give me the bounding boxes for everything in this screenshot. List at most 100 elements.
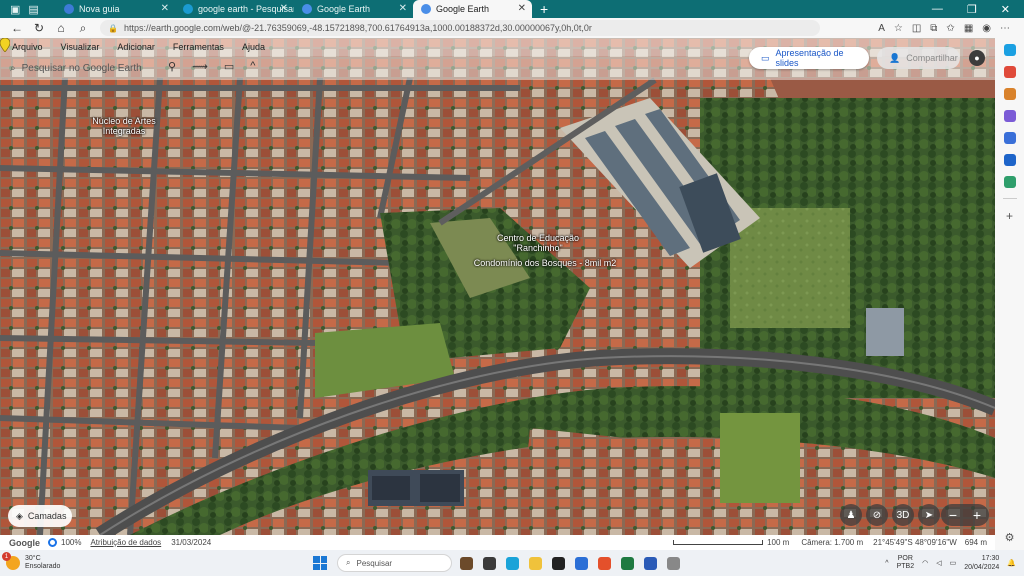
lock-icon[interactable]: 🔒 (108, 24, 118, 33)
place-pin-icon[interactable]: ⚲ (168, 60, 176, 73)
menu-visualizar[interactable]: Visualizar (61, 42, 100, 52)
menu-ferramentas[interactable]: Ferramentas (173, 42, 224, 52)
close-window-icon[interactable]: ✕ (1001, 3, 1010, 16)
address-bar[interactable]: 🔒 https://earth.google.com/web/@-21.7635… (100, 20, 820, 36)
toolbar-right-icons: A ☆ ◫ ⧉ ✩ ▦ ◉ ⋯ (878, 23, 1024, 34)
search-placeholder: Pesquisar no Google Earth (21, 62, 142, 74)
tab-close-icon[interactable]: ✕ (399, 3, 407, 14)
tab-close-icon[interactable]: ✕ (280, 3, 288, 14)
kangaroo-widget-icon[interactable] (460, 556, 473, 570)
outlook-icon[interactable] (1003, 154, 1016, 166)
notification-badge: 1 (2, 552, 11, 561)
google-logo: Google (9, 537, 40, 548)
shopping-icon[interactable] (1003, 66, 1016, 78)
store-icon[interactable] (575, 556, 588, 570)
dell-icon[interactable] (552, 556, 565, 570)
home-icon[interactable]: ⌂ (50, 21, 72, 35)
weather-desc: Ensolarado (25, 563, 61, 570)
back-icon[interactable]: ← (6, 21, 28, 35)
tab-google-earth-1[interactable]: Google Earth ✕ (294, 0, 413, 18)
menu-arquivo[interactable]: Arquivo (12, 42, 43, 52)
favorite-star-icon[interactable]: ☆ (894, 23, 903, 34)
add-sidebar-app-icon[interactable]: + (1006, 209, 1013, 223)
tray-chevron-icon[interactable]: ^ (885, 560, 888, 567)
office-icon[interactable] (598, 556, 611, 570)
volume-icon[interactable]: ◁ (936, 559, 941, 567)
ruler-icon[interactable]: ▭ (224, 60, 234, 73)
read-aloud-icon[interactable]: A (878, 23, 885, 34)
search-icon[interactable]: ⌕ (72, 21, 94, 36)
compass-icon[interactable]: ➤ (918, 504, 940, 526)
zoom-in-icon[interactable]: + (973, 507, 981, 523)
street-view-icon[interactable]: ♟ (840, 504, 862, 526)
layers-icon: ◈ (16, 510, 23, 521)
label-centro-educacao[interactable]: Centro de Educação "Ranchinho" (478, 233, 598, 253)
menu-adicionar[interactable]: Adicionar (117, 42, 155, 52)
slideshow-button[interactable]: ▭ Apresentação de slides (749, 47, 869, 69)
share-label: Compartilhar (906, 53, 958, 63)
progress-ring-icon (48, 538, 57, 547)
drop-icon[interactable] (1003, 176, 1016, 188)
tab-title: Google Earth (317, 4, 371, 14)
split-screen-icon[interactable]: ◫ (912, 23, 921, 34)
lang-layout: PTB2 (896, 563, 915, 570)
account-avatar[interactable]: ● (969, 50, 985, 66)
copilot-sidebar-icon[interactable] (1003, 44, 1016, 56)
earth-search-input[interactable]: ⌕ Pesquisar no Google Earth (10, 60, 160, 76)
lang-code: POR (897, 555, 913, 562)
maximize-icon[interactable]: ❐ (967, 3, 977, 16)
refresh-icon[interactable]: ↻ (28, 21, 50, 35)
tab-google-earth-active[interactable]: Google Earth ✕ (413, 0, 532, 18)
yellow-pin-icon[interactable] (0, 38, 10, 52)
collapse-chevron-icon[interactable]: ^ (250, 60, 255, 73)
word-icon[interactable] (644, 556, 657, 570)
share-button[interactable]: 👤 Compartilhar (877, 47, 960, 69)
satellite-map[interactable]: Arquivo Visualizar Adicionar Ferramentas… (0, 38, 995, 535)
sidebar-settings-icon[interactable]: ⚙ (1005, 531, 1015, 544)
windows-start-icon[interactable] (313, 556, 327, 570)
earth-tools: ⚲ ⟿ ▭ ^ (168, 60, 255, 73)
tab-google-earth-search[interactable]: google earth - Pesquisar ✕ (175, 0, 294, 18)
snipping-tool-icon[interactable] (667, 556, 680, 570)
loading-indicator: 100% (48, 538, 81, 547)
menu-dots-icon[interactable]: ⋯ (1000, 23, 1010, 34)
battery-icon[interactable]: ▭ (950, 559, 957, 567)
wifi-icon[interactable]: ◠ (922, 559, 928, 567)
favorites-icon[interactable]: ✩ (946, 23, 954, 34)
tab-nova-guia[interactable]: Nova guia ✕ (56, 0, 175, 18)
label-condominio[interactable]: Condomínio dos Bosques - 8mil m2 (470, 258, 620, 268)
menu-ajuda[interactable]: Ajuda (242, 42, 265, 52)
location-off-icon[interactable]: ⊘ (866, 504, 888, 526)
tab-close-icon[interactable]: ✕ (161, 3, 169, 14)
label-nucleo-artes[interactable]: Núcleo de Artes Integradas (84, 116, 164, 136)
layers-button[interactable]: ◈ Camadas (8, 505, 72, 527)
language-indicator[interactable]: POR PTB2 (897, 555, 915, 571)
tab-close-icon[interactable]: ✕ (518, 3, 526, 14)
minimize-icon[interactable]: — (932, 3, 943, 16)
microsoft365-icon[interactable] (1003, 132, 1016, 144)
zoom-out-icon[interactable]: − (949, 507, 957, 523)
scale-line (673, 540, 764, 545)
games-icon[interactable] (1003, 110, 1016, 122)
path-icon[interactable]: ⟿ (192, 60, 208, 73)
toggle-3d-button[interactable]: 3D (892, 504, 914, 526)
new-tab-button[interactable]: + (532, 1, 556, 17)
notifications-icon[interactable]: 🔔 (1007, 559, 1016, 567)
taskbar-search[interactable]: ⌕ Pesquisar (337, 554, 452, 572)
extensions-icon[interactable]: ⧉ (930, 23, 937, 34)
collections-icon[interactable]: ▦ (964, 23, 973, 34)
task-view-icon[interactable] (483, 556, 496, 570)
copilot-icon[interactable]: ◉ (982, 23, 991, 34)
workspaces-icon[interactable]: ▣ (10, 3, 20, 16)
edge-icon[interactable] (506, 556, 519, 570)
earth-favicon-icon (421, 4, 431, 14)
loading-percent: 100% (61, 538, 82, 547)
tab-actions-icon[interactable]: ▤ (28, 3, 38, 16)
file-explorer-icon[interactable] (529, 556, 542, 570)
data-attribution-link[interactable]: Atribuição de dados (90, 538, 161, 547)
tools-icon[interactable] (1003, 88, 1016, 100)
excel-icon[interactable] (621, 556, 634, 570)
slideshow-icon: ▭ (761, 52, 770, 63)
weather-widget[interactable]: 1 30°C Ensolarado (0, 552, 200, 571)
clock[interactable]: 17:30 20/04/2024 (964, 554, 999, 572)
